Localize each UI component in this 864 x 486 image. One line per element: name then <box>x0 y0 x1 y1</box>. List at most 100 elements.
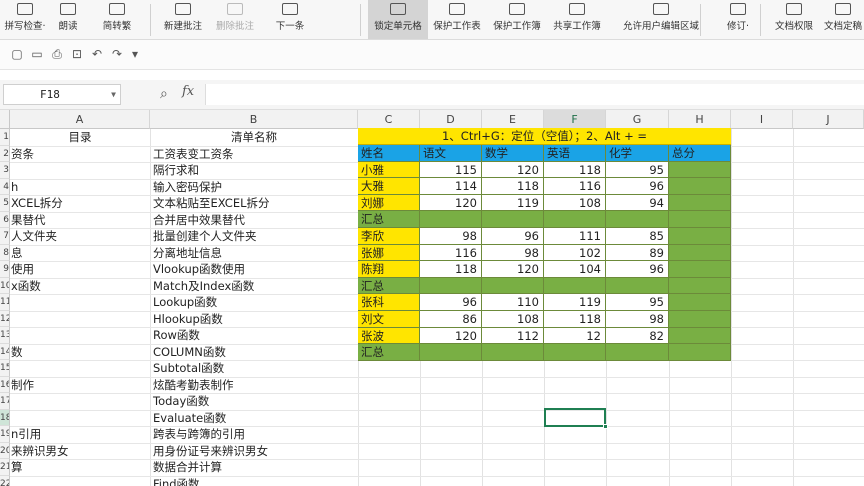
score-cell[interactable]: 116 <box>544 178 606 195</box>
score-cell[interactable]: 118 <box>544 311 606 328</box>
column-header-E[interactable]: E <box>482 110 544 129</box>
total-score-cell[interactable] <box>669 327 731 345</box>
total-score-cell[interactable] <box>669 178 731 195</box>
score-cell[interactable] <box>606 211 669 228</box>
score-cell[interactable]: 96 <box>606 261 669 278</box>
score-cell[interactable] <box>482 211 544 228</box>
ribbon-button-12[interactable]: 文档权限 <box>770 0 818 39</box>
student-name-cell[interactable]: 小雅 <box>358 161 420 179</box>
score-cell[interactable] <box>606 277 669 295</box>
list-name-cell[interactable]: Evaluate函数 <box>151 410 357 427</box>
active-cell-selection[interactable] <box>544 408 608 429</box>
score-cell[interactable] <box>544 277 606 295</box>
list-name-cell[interactable]: 文本粘贴至EXCEL拆分 <box>151 195 357 212</box>
score-cell[interactable]: 98 <box>420 228 482 245</box>
student-name-cell[interactable]: 李欣 <box>358 228 420 245</box>
row-header-2[interactable]: 2 <box>0 145 10 162</box>
subtotal-label-cell[interactable]: 汇总 <box>358 211 420 228</box>
row-header-4[interactable]: 4 <box>0 178 10 195</box>
catalog-cell[interactable]: x函数 <box>11 278 149 295</box>
list-name-cell[interactable]: 隔行求和 <box>151 162 357 179</box>
ribbon-button-6[interactable]: 锁定单元格 <box>368 0 428 39</box>
score-cell[interactable]: 110 <box>482 294 544 311</box>
table-header-cell[interactable]: 化学 <box>606 145 669 162</box>
row-header-21[interactable]: 21 <box>0 459 10 476</box>
score-cell[interactable]: 98 <box>482 244 544 262</box>
ribbon-button-9[interactable]: 共享工作簿 <box>548 0 606 39</box>
open-folder-icon[interactable]: ▭ <box>30 48 44 61</box>
subtotal-label-cell[interactable]: 汇总 <box>358 344 420 361</box>
table-header-cell[interactable]: 姓名 <box>358 145 420 162</box>
catalog-cell[interactable]: XCEL拆分 <box>11 195 149 212</box>
score-cell[interactable]: 108 <box>544 194 606 212</box>
score-cell[interactable]: 104 <box>544 261 606 278</box>
score-cell[interactable] <box>606 344 669 361</box>
ribbon-button-13[interactable]: 文档定稿 <box>820 0 864 39</box>
total-score-cell[interactable] <box>669 244 731 262</box>
score-cell[interactable]: 112 <box>482 327 544 345</box>
score-cell[interactable] <box>482 277 544 295</box>
student-name-cell[interactable]: 张娜 <box>358 244 420 262</box>
list-name-cell[interactable]: 炫酷考勤表制作 <box>151 377 357 394</box>
score-cell[interactable] <box>420 344 482 361</box>
score-cell[interactable]: 118 <box>544 161 606 179</box>
total-score-cell[interactable] <box>669 311 731 328</box>
student-name-cell[interactable]: 张科 <box>358 294 420 311</box>
row-header-14[interactable]: 14 <box>0 343 10 360</box>
row-header-3[interactable]: 3 <box>0 162 10 179</box>
list-name-cell[interactable]: Subtotal函数 <box>151 360 357 377</box>
list-name-cell[interactable]: Match及Index函数 <box>151 278 357 295</box>
ribbon-button-4[interactable]: 删除批注 <box>210 0 260 39</box>
catalog-cell[interactable] <box>11 360 149 377</box>
column-header-A[interactable]: A <box>10 110 150 129</box>
column-header-I[interactable]: I <box>731 110 793 129</box>
catalog-cell[interactable] <box>11 393 149 410</box>
row-header-11[interactable]: 11 <box>0 294 10 311</box>
score-cell[interactable]: 94 <box>606 194 669 212</box>
formula-input[interactable] <box>205 84 864 105</box>
list-name-cell[interactable]: 工资表变工资条 <box>151 146 357 163</box>
ribbon-button-0[interactable]: 拼写检查· <box>2 0 48 39</box>
catalog-cell[interactable] <box>11 476 149 486</box>
list-name-header[interactable]: 清单名称 <box>151 129 357 146</box>
list-name-cell[interactable]: Lookup函数 <box>151 294 357 311</box>
print-preview-icon[interactable]: ⊡ <box>70 48 84 61</box>
ribbon-button-5[interactable]: 下一条 <box>262 0 318 39</box>
score-cell[interactable] <box>544 344 606 361</box>
column-header-C[interactable]: C <box>358 110 420 129</box>
score-cell[interactable]: 85 <box>606 228 669 245</box>
catalog-cell[interactable]: 数 <box>11 344 149 361</box>
column-header-G[interactable]: G <box>606 110 669 129</box>
column-header-F[interactable]: F <box>544 110 606 129</box>
list-name-cell[interactable]: 输入密码保护 <box>151 179 357 196</box>
score-cell[interactable]: 118 <box>420 261 482 278</box>
total-score-cell[interactable] <box>669 194 731 212</box>
list-name-cell[interactable]: 分离地址信息 <box>151 245 357 262</box>
ribbon-button-8[interactable]: 保护工作簿 <box>488 0 546 39</box>
catalog-cell[interactable] <box>11 410 149 427</box>
catalog-cell[interactable]: 果替代 <box>11 212 149 229</box>
row-header-10[interactable]: 10 <box>0 277 10 294</box>
table-header-cell[interactable]: 总分 <box>669 145 731 162</box>
column-header-D[interactable]: D <box>420 110 482 129</box>
list-name-cell[interactable]: Hlookup函数 <box>151 311 357 328</box>
catalog-cell[interactable] <box>11 327 149 344</box>
list-name-cell[interactable]: Today函数 <box>151 393 357 410</box>
score-cell[interactable]: 108 <box>482 311 544 328</box>
list-name-cell[interactable]: 合并居中效果替代 <box>151 212 357 229</box>
list-name-cell[interactable]: Find函数 <box>151 476 357 486</box>
list-name-cell[interactable]: COLUMN函数 <box>151 344 357 361</box>
column-header-B[interactable]: B <box>150 110 358 129</box>
total-score-cell[interactable] <box>669 228 731 245</box>
catalog-cell[interactable] <box>11 294 149 311</box>
score-cell[interactable]: 120 <box>482 161 544 179</box>
ribbon-button-11[interactable]: 修订· <box>716 0 760 39</box>
redo-icon[interactable]: ↷ <box>110 48 124 61</box>
score-cell[interactable]: 116 <box>420 244 482 262</box>
student-name-cell[interactable]: 大雅 <box>358 178 420 195</box>
ribbon-button-1[interactable]: 朗读 <box>50 0 86 39</box>
score-cell[interactable]: 98 <box>606 311 669 328</box>
score-cell[interactable]: 96 <box>482 228 544 245</box>
select-all-corner[interactable] <box>0 110 10 129</box>
score-cell[interactable] <box>482 344 544 361</box>
